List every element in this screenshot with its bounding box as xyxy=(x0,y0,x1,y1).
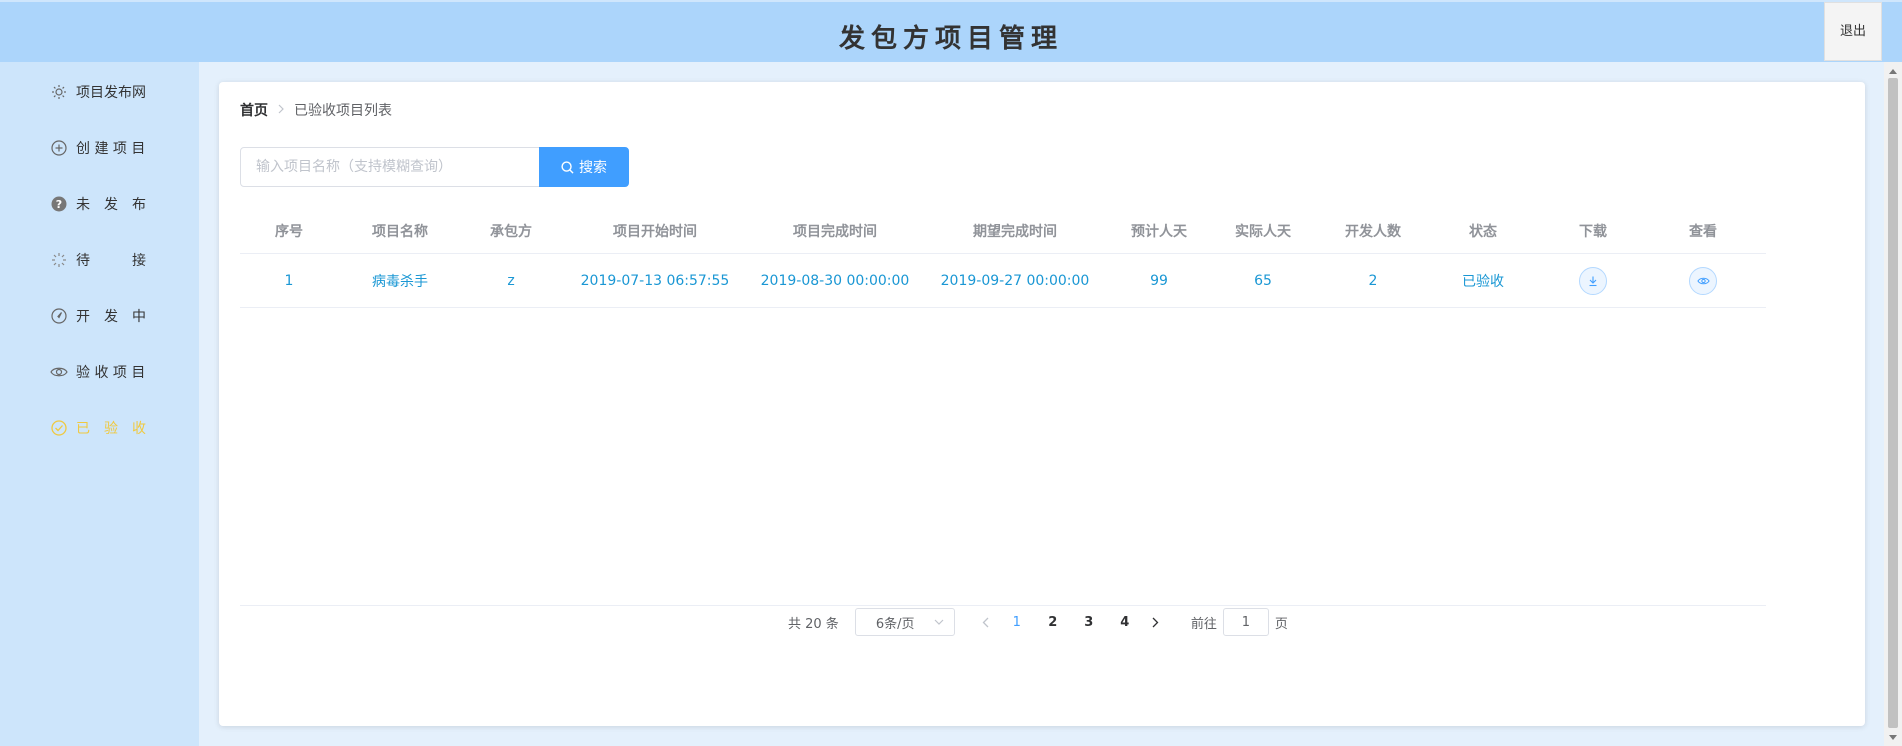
chevron-right-icon xyxy=(1152,617,1159,627)
column-header: 项目完成时间 xyxy=(793,223,877,240)
download-button[interactable] xyxy=(1579,266,1607,295)
next-page-button[interactable] xyxy=(1143,608,1169,636)
logout-button[interactable]: 退出 xyxy=(1824,2,1882,61)
column-header: 查看 xyxy=(1689,223,1717,240)
top-bar: 发包方项目管理 xyxy=(0,0,1902,62)
sidebar-item-create-project[interactable]: 创 建 项 目 xyxy=(50,133,145,163)
breadcrumb-current: 已验收项目列表 xyxy=(294,103,392,119)
page-number[interactable]: 2 xyxy=(1035,608,1071,636)
search-button-label: 搜索 xyxy=(579,160,607,176)
pagination-total: 共 20 条 xyxy=(788,616,839,632)
scroll-up-icon[interactable] xyxy=(1884,64,1902,78)
download-icon xyxy=(1589,276,1597,286)
goto-page-input[interactable] xyxy=(1222,608,1269,636)
view-button[interactable] xyxy=(1689,266,1717,295)
cell-view xyxy=(1648,254,1758,307)
vertical-scrollbar[interactable] xyxy=(1884,62,1902,746)
scroll-down-icon[interactable] xyxy=(1884,730,1902,744)
column-header: 承包方 xyxy=(490,223,532,240)
column-header: 期望完成时间 xyxy=(973,223,1057,240)
goto-suffix: 页 xyxy=(1274,616,1288,632)
chevron-left-icon xyxy=(982,617,989,627)
column-header: 预计人天 xyxy=(1131,223,1187,240)
eye-icon xyxy=(1696,277,1710,284)
sidebar-item-label: 待 接 xyxy=(76,253,146,269)
column-header: 实际人天 xyxy=(1235,223,1291,240)
sidebar-item-label: 项目发布网 xyxy=(76,85,146,101)
sidebar xyxy=(0,62,199,746)
cell-finish-time: 2019-08-30 00:00:00 xyxy=(760,272,910,289)
page-title: 发包方项目管理 xyxy=(838,24,1063,54)
svg-text:?: ? xyxy=(56,198,62,211)
page-number[interactable]: 1 xyxy=(999,608,1035,636)
pagination: 共 20 条 6条/页 1 2 3 4 前往 页 xyxy=(788,608,1288,636)
table-header: 序号 项目名称 承包方 项目开始时间 项目完成时间 期望完成时间 预计人天 实际… xyxy=(240,208,1766,254)
cell-start-time: 2019-07-13 06:57:55 xyxy=(580,272,730,289)
column-header: 项目开始时间 xyxy=(613,223,697,240)
table-row: 1 病毒杀手 z 2019-07-13 06:57:55 2019-08-30 … xyxy=(240,254,1766,308)
page-number[interactable]: 4 xyxy=(1107,608,1143,636)
breadcrumb: 首页 已验收项目列表 xyxy=(240,100,392,120)
cell-contractor: z xyxy=(507,272,515,289)
question-circle-icon: ? xyxy=(50,195,68,213)
cell-planned-days: 99 xyxy=(1150,272,1168,289)
sidebar-item-accepted[interactable]: 已 验 收 xyxy=(50,413,146,443)
sidebar-item-project-site[interactable]: 项目发布网 xyxy=(50,77,146,107)
prev-page-button[interactable] xyxy=(973,608,999,636)
page-number[interactable]: 3 xyxy=(1071,608,1107,636)
column-header: 下载 xyxy=(1579,223,1607,240)
goto-page: 前往 页 xyxy=(1191,608,1288,636)
column-header: 项目名称 xyxy=(372,223,428,240)
chevron-down-icon xyxy=(934,619,944,625)
loading-icon xyxy=(50,251,68,269)
table-footer-divider xyxy=(240,605,1766,606)
sidebar-item-label: 未 发 布 xyxy=(76,197,146,213)
search-button[interactable]: 搜索 xyxy=(539,147,629,187)
sidebar-item-label: 创 建 项 目 xyxy=(76,141,146,157)
compass-icon xyxy=(50,307,68,325)
sidebar-item-in-development[interactable]: 开 发 中 xyxy=(50,301,146,331)
cell-project-name: 病毒杀手 xyxy=(372,273,428,290)
search-input[interactable] xyxy=(240,147,540,187)
column-header: 状态 xyxy=(1469,223,1497,240)
sidebar-item-label: 开 发 中 xyxy=(76,309,146,325)
cell-download xyxy=(1538,254,1648,307)
search-icon xyxy=(561,160,574,174)
scroll-thumb[interactable] xyxy=(1888,78,1898,728)
project-table: 序号 项目名称 承包方 项目开始时间 项目完成时间 期望完成时间 预计人天 实际… xyxy=(240,208,1766,308)
column-header: 开发人数 xyxy=(1345,223,1401,240)
page-size-select[interactable]: 6条/页 xyxy=(854,608,955,636)
sidebar-item-label: 已 验 收 xyxy=(76,421,146,437)
sidebar-item-label: 验 收 项 目 xyxy=(76,365,146,381)
sidebar-item-acceptance[interactable]: 验 收 项 目 xyxy=(50,357,145,387)
sun-icon xyxy=(50,83,68,101)
goto-prefix: 前往 xyxy=(1190,616,1217,632)
breadcrumb-home[interactable]: 首页 xyxy=(240,100,268,120)
sidebar-item-unpublished[interactable]: ? 未 发 布 xyxy=(50,189,146,219)
cell-developers: 2 xyxy=(1368,272,1378,289)
chevron-right-icon xyxy=(277,102,285,118)
cell-expected-time: 2019-09-27 00:00:00 xyxy=(940,272,1090,289)
column-header: 序号 xyxy=(275,223,303,240)
page-size-value: 6条/页 xyxy=(875,616,915,632)
circle-plus-icon xyxy=(50,139,68,157)
cell-index: 1 xyxy=(284,272,294,289)
circle-check-icon xyxy=(50,419,68,437)
cell-status: 已验收 xyxy=(1462,273,1504,290)
sidebar-item-pending[interactable]: 待 接 xyxy=(50,245,146,275)
eye-icon xyxy=(50,363,68,381)
cell-actual-days: 65 xyxy=(1254,272,1272,289)
